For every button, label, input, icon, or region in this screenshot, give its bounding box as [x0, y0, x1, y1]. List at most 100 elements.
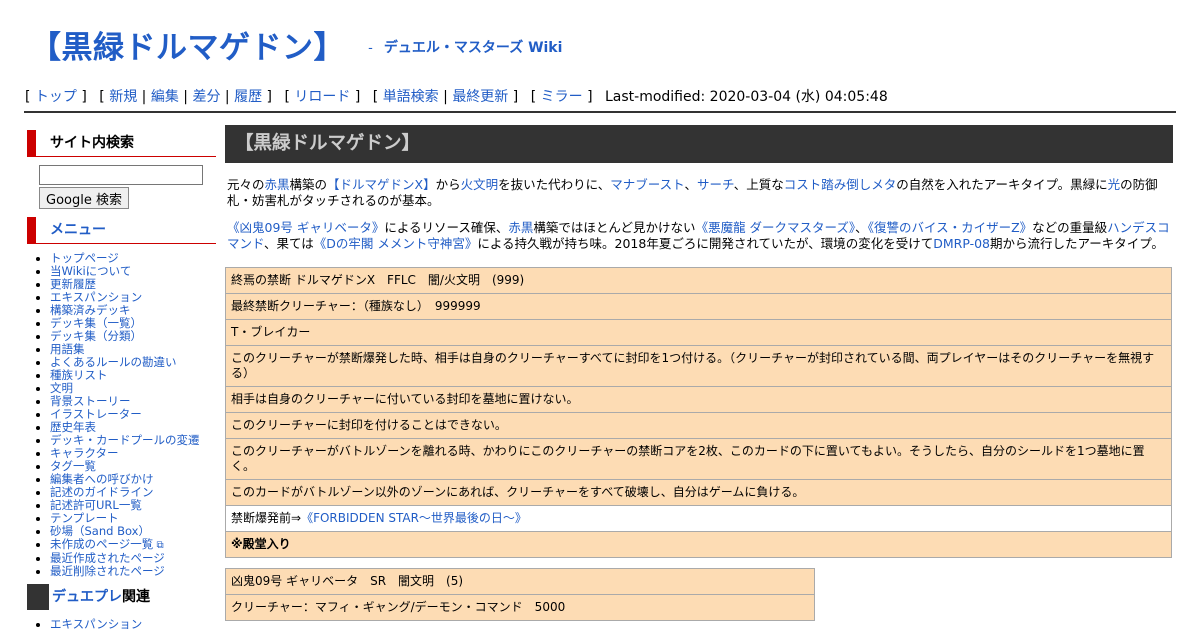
table-row: ※殿堂入り — [225, 531, 1172, 558]
table-row: このクリーチャーがバトルゾーンを離れる時、かわりにこのクリーチャーの禁断コアを2… — [225, 438, 1172, 480]
menu-item-link[interactable]: 文明 — [50, 381, 73, 395]
menu-item-link[interactable]: 未作成のページ一覧 — [50, 537, 153, 551]
menu-item-link[interactable]: 当Wikiについて — [50, 264, 131, 278]
card-table-garibeta: 凶鬼09号 ギャリベータ SR 闇文明 (5) クリーチャー：マフィ・ギャング/… — [225, 568, 815, 621]
link-akakuro[interactable]: 赤黒 — [265, 177, 290, 192]
menu-item: 種族リスト — [50, 369, 216, 382]
google-search-button[interactable]: Google 検索 — [39, 187, 129, 209]
menu-item-link[interactable]: テンプレート — [50, 511, 119, 525]
menu-item-link[interactable]: 構築済みデッキ — [50, 303, 131, 317]
main-content: 【黒緑ドルマゲドン】 元々の赤黒構築の【ドルマゲドンX】から火文明を抜いた代わり… — [225, 125, 1173, 630]
menu-item-link[interactable]: 種族リスト — [50, 368, 108, 382]
text: から — [435, 177, 461, 192]
card-text-cell: このクリーチャーが禁断爆発した時、相手は自身のクリーチャーすべてに封印を1つ付け… — [225, 345, 1172, 387]
nav-history-link[interactable]: 履歴 — [234, 89, 262, 105]
nav-divider: | — [141, 89, 147, 105]
card-text-cell: T・ブレイカー — [225, 319, 1172, 346]
link-garibeta[interactable]: 《凶鬼09号 ギャリベータ》 — [227, 220, 384, 235]
external-link-icon[interactable]: ⧉ — [153, 540, 163, 551]
link-memento[interactable]: 《Dの牢閣 メメント守神宮》 — [314, 236, 478, 251]
text: 禁断爆発前⇒ — [231, 511, 302, 525]
duepure-list: エキスパンション構築済デッキ — [24, 618, 216, 630]
card-text-cell: このクリーチャーがバトルゾーンを離れる時、かわりにこのクリーチャーの禁断コアを2… — [225, 438, 1172, 480]
title-separator: - — [368, 41, 373, 56]
table-row: このクリーチャーに封印を付けることはできない。 — [225, 412, 1172, 439]
link-akakuro[interactable]: 赤黒 — [508, 220, 533, 235]
menu-item-link[interactable]: 記述のガイドライン — [50, 485, 154, 499]
menu-item: 未作成のページ一覧 ⧉ — [50, 538, 216, 552]
page-header: 【黒緑ドルマゲドン】 - デュエル・マスターズ Wiki [ トップ ] [ 新… — [0, 0, 1200, 114]
menu-item-link[interactable]: 最近作成されたページ — [50, 551, 165, 565]
menu-item-link[interactable]: 記述許可URL一覧 — [50, 498, 142, 512]
table-row: クリーチャー：マフィ・ギャング/デーモン・コマンド 5000 — [225, 594, 815, 621]
text: 、 — [855, 220, 868, 235]
nav-word-search-link[interactable]: 単語検索 — [383, 89, 439, 105]
text: 元々の — [227, 177, 265, 192]
nav-diff-link[interactable]: 差分 — [192, 89, 220, 105]
card-type-cell: 最終禁断クリーチャー：（種族なし） 999999 — [225, 293, 1172, 320]
card-text-cell: 相手は自身のクリーチャーに付いている封印を墓地に置けない。 — [225, 386, 1172, 413]
search-input[interactable] — [39, 165, 203, 185]
card-type-cell: クリーチャー：マフィ・ギャング/デーモン・コマンド 5000 — [225, 594, 815, 621]
site-name-link[interactable]: デュエル・マスターズ Wiki — [384, 40, 563, 56]
link-dark-masters[interactable]: 《悪魔龍 ダークマスターズ》 — [696, 220, 856, 235]
link-vice-kaiser-z[interactable]: 《復讐のバイス・カイザーZ》 — [868, 220, 1032, 235]
duepure-heading-link[interactable]: デュエプレ — [52, 589, 122, 605]
menu-item-link[interactable]: 用語集 — [50, 342, 85, 356]
table-row: 終焉の禁断 ドルマゲドンX FFLC 闇/火文明 (999) — [225, 267, 1172, 294]
menu-item-link[interactable]: よくあるルールの勘違い — [50, 355, 177, 369]
menu-item-link[interactable]: デッキ・カードプールの変遷 — [50, 433, 200, 447]
table-row: 凶鬼09号 ギャリベータ SR 闇文明 (5) — [225, 568, 815, 595]
menu-item-link[interactable]: 背景ストーリー — [50, 394, 131, 408]
text: によるリソース確保、 — [384, 220, 509, 235]
menu-item-link[interactable]: 歴史年表 — [50, 420, 96, 434]
menu-item-link[interactable]: 最近削除されたページ — [50, 564, 165, 578]
menu-item-link[interactable]: デッキ集（分類） — [50, 329, 142, 343]
duepure-heading: デュエプレ関連 — [27, 584, 216, 610]
text: 、 — [684, 177, 697, 192]
title-row: 【黒緑ドルマゲドン】 - デュエル・マスターズ Wiki — [30, 22, 562, 67]
link-forbidden-star[interactable]: 《FORBIDDEN STAR〜世界最後の日〜》 — [301, 511, 527, 525]
duepure-heading-suffix: 関連 — [122, 589, 150, 605]
link-light[interactable]: 光 — [1108, 177, 1121, 192]
link-cost-meta[interactable]: コスト踏み倒しメタ — [784, 177, 897, 192]
menu-item-link[interactable]: キャラクター — [50, 446, 119, 460]
menu-item-link[interactable]: エキスパンション — [50, 290, 142, 304]
nav-top-link[interactable]: トップ — [35, 89, 77, 105]
menu-item-link[interactable]: デッキ集（一覧） — [50, 316, 142, 330]
menu-item-link[interactable]: 編集者への呼びかけ — [50, 472, 154, 486]
nav-edit-link[interactable]: 編集 — [151, 89, 179, 105]
card-name-cell: 凶鬼09号 ギャリベータ SR 闇文明 (5) — [225, 568, 815, 595]
nav-bracket: [ — [99, 89, 105, 105]
search-heading: サイト内検索 — [27, 130, 216, 157]
link-dolmageddon-x-deck[interactable]: 【ドルマゲドンX】 — [327, 177, 436, 192]
nav-new-link[interactable]: 新規 — [109, 89, 137, 105]
nav-reload-link[interactable]: リロード — [294, 89, 350, 105]
menu-item-link[interactable]: トップページ — [50, 251, 119, 265]
menu-item: 最近削除されたページ — [50, 565, 216, 578]
menu-item-link[interactable]: イラストレーター — [50, 407, 142, 421]
card-pre-explosion-cell: 禁断爆発前⇒《FORBIDDEN STAR〜世界最後の日〜》 — [225, 505, 1172, 532]
table-row: 禁断爆発前⇒《FORBIDDEN STAR〜世界最後の日〜》 — [225, 505, 1172, 532]
nav-recent-link[interactable]: 最終更新 — [452, 89, 508, 105]
nav-bracket: ] — [266, 89, 273, 105]
text: 構築ではほとんど見かけない — [533, 220, 696, 235]
page-title[interactable]: 【黒緑ドルマゲドン】 — [30, 30, 345, 66]
menu-item-link[interactable]: 砂場（Sand Box） — [50, 524, 150, 538]
duepure-item-link[interactable]: エキスパンション — [50, 617, 142, 630]
link-search[interactable]: サーチ — [697, 177, 734, 192]
menu-item-link[interactable]: タグ一覧 — [50, 459, 96, 473]
link-fire-civilization[interactable]: 火文明 — [461, 177, 499, 192]
link-mana-boost[interactable]: マナブースト — [610, 177, 684, 192]
card-text-cell: このカードがバトルゾーン以外のゾーンにあれば、クリーチャーをすべて破壊し、自分は… — [225, 479, 1172, 506]
nav-bracket: ] — [354, 89, 361, 105]
nav-mirror-link[interactable]: ミラー — [541, 89, 583, 105]
last-modified: Last-modified: 2020-03-04 (水) 04:05:48 — [604, 89, 888, 105]
card-table-dolmageddon: 終焉の禁断 ドルマゲドンX FFLC 闇/火文明 (999) 最終禁断クリーチャ… — [225, 267, 1172, 558]
menu-item-link[interactable]: 更新履歴 — [50, 277, 96, 291]
text: の自然を入れたアーキタイプ。黒緑に — [896, 177, 1108, 192]
table-row: 最終禁断クリーチャー：（種族なし） 999999 — [225, 293, 1172, 320]
menu-heading[interactable]: メニュー — [27, 217, 216, 244]
link-dmrp-08[interactable]: DMRP-08 — [933, 236, 990, 251]
text: 、上質な — [733, 177, 784, 192]
